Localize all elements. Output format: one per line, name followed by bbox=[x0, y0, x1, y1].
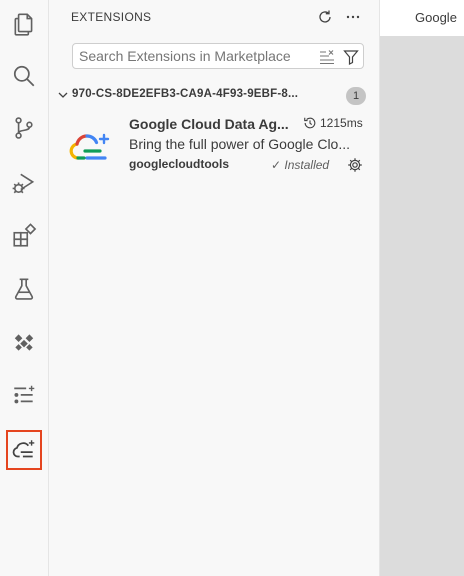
clear-filter-icon bbox=[320, 50, 334, 65]
google-cloud-sparkle-icon bbox=[69, 133, 110, 160]
more-actions-icon bbox=[346, 15, 360, 19]
activity-explorer[interactable] bbox=[0, 0, 48, 48]
chevron-down-icon bbox=[58, 92, 68, 98]
google-cloud-agent-icon bbox=[12, 440, 35, 458]
editor-area bbox=[380, 36, 464, 576]
extension-description: Bring the full power of Google Clo... bbox=[129, 136, 351, 152]
extension-name: Google Cloud Data Ag... bbox=[129, 116, 289, 132]
manage-extension-button[interactable] bbox=[346, 156, 364, 174]
search-input[interactable] bbox=[79, 44, 315, 68]
extension-publisher: googlecloudtools bbox=[129, 157, 229, 171]
dataflow-icon bbox=[14, 334, 34, 351]
history-icon bbox=[304, 117, 316, 129]
search-icon bbox=[13, 65, 35, 87]
editor-tab[interactable]: Google bbox=[415, 10, 457, 25]
refresh-button[interactable] bbox=[314, 6, 336, 28]
refresh-icon bbox=[319, 10, 331, 23]
extensions-sidebar: EXTENSIONS 970-CS-8DE2EFB3-CA9A-4F9 bbox=[49, 0, 380, 576]
activation-timing: 1215ms bbox=[303, 116, 363, 130]
more-actions-button[interactable] bbox=[342, 6, 364, 28]
testing-icon bbox=[14, 278, 34, 300]
activity-dataflow[interactable] bbox=[0, 318, 48, 366]
editor-tab-strip: Google bbox=[380, 0, 464, 36]
filter-icon bbox=[343, 50, 359, 65]
extensions-icon bbox=[13, 223, 37, 247]
activity-extensions[interactable] bbox=[0, 212, 48, 260]
activity-run-debug[interactable] bbox=[0, 159, 48, 207]
section-header[interactable]: 970-CS-8DE2EFB3-CA9A-4F93-9EBF-8... 1 bbox=[49, 84, 379, 106]
clear-filter-button[interactable] bbox=[317, 47, 337, 67]
source-control-icon bbox=[15, 117, 33, 139]
sparkle-list-icon bbox=[14, 385, 35, 404]
activity-search[interactable] bbox=[0, 52, 48, 100]
extension-list-item[interactable]: Google Cloud Data Ag... 1215ms Bring the… bbox=[49, 108, 379, 180]
explorer-icon bbox=[14, 13, 33, 36]
activity-sparkle-list[interactable] bbox=[0, 372, 48, 420]
gear-icon bbox=[348, 158, 362, 172]
activity-google-cloud-agent[interactable] bbox=[0, 426, 48, 474]
search-box bbox=[72, 43, 364, 69]
sidebar-title: EXTENSIONS bbox=[71, 10, 152, 24]
filter-button[interactable] bbox=[341, 47, 361, 67]
activity-bar bbox=[0, 0, 49, 576]
activity-source-control[interactable] bbox=[0, 104, 48, 152]
timing-value: 1215ms bbox=[320, 116, 363, 130]
count-badge: 1 bbox=[346, 87, 366, 105]
section-title: 970-CS-8DE2EFB3-CA9A-4F93-9EBF-8... bbox=[72, 88, 299, 100]
activity-testing[interactable] bbox=[0, 265, 48, 313]
run-debug-icon bbox=[12, 173, 35, 194]
installed-status: ✓ Installed bbox=[271, 158, 330, 172]
